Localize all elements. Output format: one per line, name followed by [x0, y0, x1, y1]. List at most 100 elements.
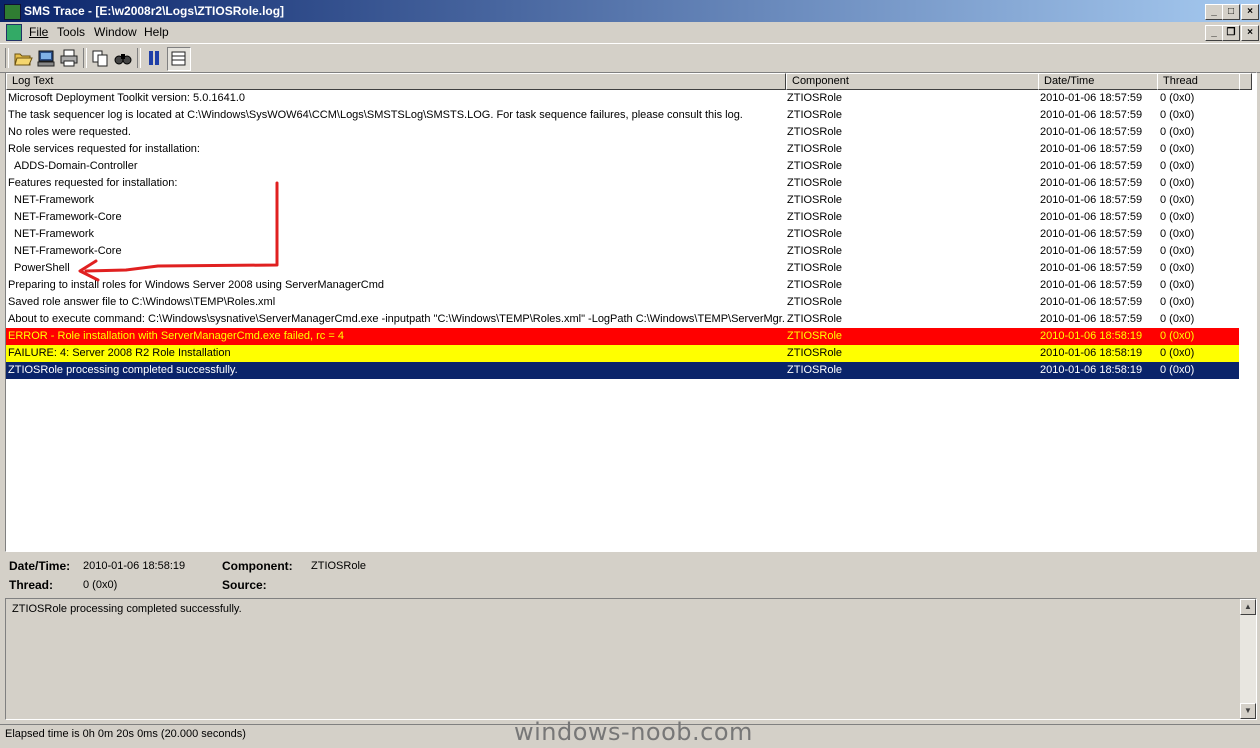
- datetime-cell: 2010-01-06 18:57:59: [1040, 245, 1143, 257]
- table-row[interactable]: NET-Framework-Core ZTIOSRole 2010-01-06 18…: [6, 209, 1239, 226]
- table-row[interactable]: About to execute command: C:\Windows\sys…: [6, 311, 1239, 328]
- datetime-value: 2010-01-06 18:58:19: [83, 560, 186, 572]
- table-row[interactable]: ZTIOSRole processing completed successfu…: [6, 362, 1239, 379]
- app-icon: [4, 4, 21, 20]
- table-row[interactable]: ADDS-Domain-Controller ZTIOSRole 2010-01-0…: [6, 158, 1239, 175]
- log-text-cell: Preparing to install roles for Windows S…: [8, 279, 385, 291]
- menu-window-label: Window: [94, 25, 137, 39]
- log-text-cell: NET-Framework-Core: [14, 211, 122, 223]
- open-remote-icon[interactable]: [35, 47, 57, 69]
- pause-icon[interactable]: [143, 47, 165, 69]
- message-scrollbar[interactable]: ▲ ▼: [1240, 599, 1256, 719]
- datetime-cell: 2010-01-06 18:57:59: [1040, 262, 1143, 274]
- title-bar: SMS Trace - [E:\w2008r2\Logs\ZTIOSRole.l…: [0, 0, 1260, 22]
- log-text-cell: Microsoft Deployment Toolkit version: 5.…: [8, 92, 246, 104]
- menu-help-label: Help: [144, 25, 169, 39]
- table-row[interactable]: PowerShell ZTIOSRole 2010-01-06 18:57:59 0 …: [6, 260, 1239, 277]
- component-cell: ZTIOSRole: [787, 92, 843, 104]
- component-cell: ZTIOSRole: [787, 279, 843, 291]
- datetime-cell: 2010-01-06 18:58:19: [1040, 364, 1143, 376]
- log-text-cell: PowerShell: [14, 262, 70, 274]
- window-title: SMS Trace - [E:\w2008r2\Logs\ZTIOSRole.l…: [24, 4, 285, 18]
- component-cell: ZTIOSRole: [787, 364, 843, 376]
- scroll-up-arrow-icon[interactable]: ▲: [1240, 599, 1256, 615]
- menu-tools[interactable]: Tools: [57, 25, 85, 39]
- component-value: ZTIOSRole: [311, 560, 367, 572]
- log-list[interactable]: Log Text Component Date/Time Thread Micr…: [5, 72, 1257, 552]
- thread-cell: 0 (0x0): [1160, 109, 1195, 121]
- datetime-label: Date/Time:: [9, 559, 71, 573]
- table-row[interactable]: NET-Framework ZTIOSRole 2010-01-06 18:57:5…: [6, 226, 1239, 243]
- watermark: windows-noob.com: [514, 718, 753, 746]
- details-pane-icon[interactable]: [167, 47, 191, 71]
- table-row[interactable]: No roles were requested. ZTIOSRole 2010-01…: [6, 124, 1239, 141]
- thread-label: Thread:: [9, 578, 54, 592]
- thread-cell: 0 (0x0): [1160, 160, 1195, 172]
- thread-cell: 0 (0x0): [1160, 279, 1195, 291]
- source-label: Source:: [222, 578, 267, 592]
- minimize-button[interactable]: _: [1205, 4, 1223, 20]
- datetime-cell: 2010-01-06 18:57:59: [1040, 296, 1143, 308]
- table-row[interactable]: Preparing to install roles for Windows S…: [6, 277, 1239, 294]
- log-text-cell: FAILURE: 4: Server 2008 R2 Role Installa…: [8, 347, 231, 359]
- table-row[interactable]: Features requested for installation: ZTIO…: [6, 175, 1239, 192]
- toolbar-separator: [83, 48, 87, 68]
- component-cell: ZTIOSRole: [787, 126, 843, 138]
- copy-icon[interactable]: [89, 47, 111, 69]
- datetime-cell: 2010-01-06 18:57:59: [1040, 126, 1143, 138]
- datetime-cell: 2010-01-06 18:57:59: [1040, 313, 1143, 325]
- menu-file[interactable]: File: [29, 25, 48, 39]
- print-icon[interactable]: [58, 47, 80, 69]
- table-row[interactable]: Saved role answer file to C:\Windows\TEM…: [6, 294, 1239, 311]
- thread-cell: 0 (0x0): [1160, 194, 1195, 206]
- datetime-cell: 2010-01-06 18:58:19: [1040, 330, 1143, 342]
- list-header: Log Text Component Date/Time Thread: [6, 73, 1256, 90]
- toolbar: [0, 43, 1260, 73]
- datetime-cell: 2010-01-06 18:57:59: [1040, 143, 1143, 155]
- datetime-cell: 2010-01-06 18:57:59: [1040, 109, 1143, 121]
- thread-cell: 0 (0x0): [1160, 245, 1195, 257]
- document-icon[interactable]: [6, 24, 22, 41]
- component-cell: ZTIOSRole: [787, 262, 843, 274]
- scroll-down-arrow-icon[interactable]: ▼: [1240, 703, 1256, 719]
- datetime-cell: 2010-01-06 18:57:59: [1040, 211, 1143, 223]
- thread-cell: 0 (0x0): [1160, 126, 1195, 138]
- log-text-cell: NET-Framework: [14, 194, 95, 206]
- column-header-component[interactable]: Component: [786, 73, 1039, 90]
- thread-cell: 0 (0x0): [1160, 313, 1195, 325]
- menu-file-label: File: [29, 25, 49, 39]
- table-row[interactable]: Microsoft Deployment Toolkit version: 5.…: [6, 90, 1239, 107]
- datetime-cell: 2010-01-06 18:57:59: [1040, 279, 1143, 291]
- component-cell: ZTIOSRole: [787, 313, 843, 325]
- message-text-area[interactable]: ZTIOSRole processing completed successfu…: [5, 598, 1257, 720]
- component-cell: ZTIOSRole: [787, 245, 843, 257]
- menu-window[interactable]: Window: [94, 25, 137, 39]
- table-row[interactable]: The task sequencer log is located at C:\…: [6, 107, 1239, 124]
- child-restore-button[interactable]: ❐: [1222, 25, 1240, 41]
- log-text-cell: Role services requested for installation…: [8, 143, 200, 155]
- column-header-thread[interactable]: Thread: [1157, 73, 1240, 90]
- maximize-button[interactable]: □: [1222, 4, 1240, 20]
- datetime-cell: 2010-01-06 18:57:59: [1040, 92, 1143, 104]
- table-row[interactable]: NET-Framework ZTIOSRole 2010-01-06 18:57:5…: [6, 192, 1239, 209]
- open-icon[interactable]: [12, 47, 34, 69]
- child-minimize-button[interactable]: _: [1205, 25, 1223, 41]
- table-row[interactable]: ERROR - Role installation with ServerMan…: [6, 328, 1239, 345]
- menu-help[interactable]: Help: [144, 25, 169, 39]
- component-cell: ZTIOSRole: [787, 194, 843, 206]
- menu-bar: File Tools Window Help _ ❐ ×: [0, 22, 1260, 42]
- table-row[interactable]: Role services requested for installation…: [6, 141, 1239, 158]
- details-panel: Date/Time: 2010-01-06 18:58:19 Component…: [0, 552, 1260, 598]
- component-cell: ZTIOSRole: [787, 228, 843, 240]
- log-text-cell: NET-Framework: [14, 228, 95, 240]
- close-button[interactable]: ×: [1241, 4, 1259, 20]
- find-icon[interactable]: [112, 47, 134, 69]
- table-row[interactable]: NET-Framework-Core ZTIOSRole 2010-01-06 18…: [6, 243, 1239, 260]
- column-header-datetime[interactable]: Date/Time: [1038, 73, 1158, 90]
- component-cell: ZTIOSRole: [787, 143, 843, 155]
- column-header-log-text[interactable]: Log Text: [6, 73, 786, 90]
- thread-cell: 0 (0x0): [1160, 330, 1195, 342]
- table-row[interactable]: FAILURE: 4: Server 2008 R2 Role Installa…: [6, 345, 1239, 362]
- child-close-button[interactable]: ×: [1241, 25, 1259, 41]
- log-text-cell: Saved role answer file to C:\Windows\TEM…: [8, 296, 276, 308]
